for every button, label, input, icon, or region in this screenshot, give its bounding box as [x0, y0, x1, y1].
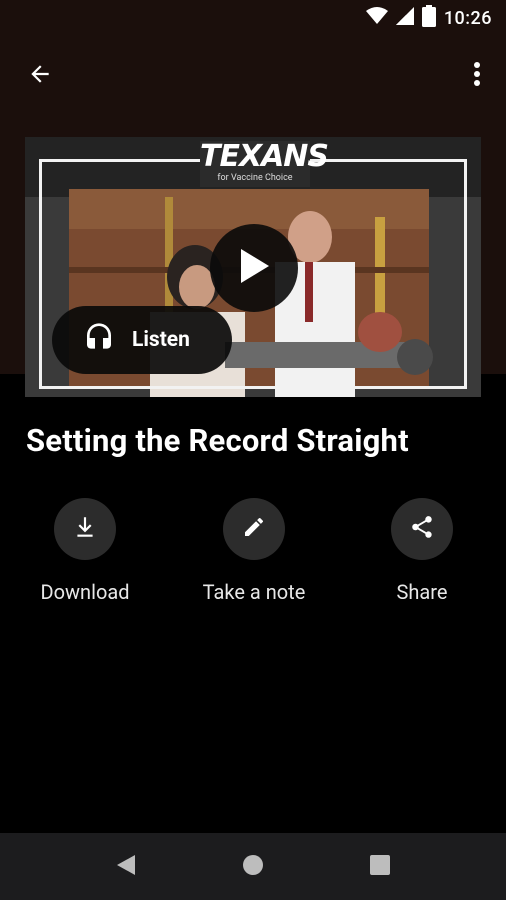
wifi-icon — [365, 7, 388, 29]
nav-back-icon — [115, 853, 137, 881]
nav-recents-icon — [369, 854, 391, 880]
back-button[interactable] — [20, 56, 60, 96]
play-button[interactable] — [210, 224, 298, 312]
download-icon — [72, 514, 98, 544]
listen-label: Listen — [132, 328, 190, 352]
status-bar: 10:26 — [0, 0, 506, 36]
share-circle — [391, 498, 453, 560]
status-icons: 10:26 — [365, 5, 492, 31]
nav-home-icon — [241, 853, 265, 881]
take-note-button[interactable]: Take a note — [174, 498, 334, 604]
nav-recents-button[interactable] — [360, 851, 400, 883]
arrow-back-icon — [27, 61, 53, 91]
pencil-icon — [242, 515, 266, 543]
thumbnail-logo: TEXANS for Vaccine Choice — [200, 139, 329, 187]
thumbnail-logo-subtext: for Vaccine Choice — [217, 173, 293, 183]
download-circle — [54, 498, 116, 560]
status-time: 10:26 — [443, 7, 492, 29]
share-icon — [409, 514, 435, 544]
thumbnail-logo-text: TEXANS — [200, 139, 329, 174]
share-label: Share — [396, 580, 448, 604]
take-note-label: Take a note — [202, 580, 306, 604]
take-note-circle — [223, 498, 285, 560]
action-row: Download Take a note Share — [0, 498, 506, 618]
download-button[interactable]: Download — [5, 498, 165, 604]
battery-icon — [421, 5, 436, 31]
signal-icon — [395, 7, 414, 29]
episode-title: Setting the Record Straight — [26, 422, 409, 459]
download-label: Download — [40, 580, 130, 604]
app-bar — [0, 36, 506, 110]
share-button[interactable]: Share — [342, 498, 502, 604]
headphones-icon — [82, 322, 116, 358]
nav-back-button[interactable] — [106, 851, 146, 883]
more-options-button[interactable] — [462, 56, 492, 96]
more-vert-icon — [473, 61, 481, 91]
nav-home-button[interactable] — [233, 851, 273, 883]
listen-button[interactable]: Listen — [52, 306, 232, 374]
system-nav-bar — [0, 833, 506, 900]
play-icon — [237, 247, 271, 289]
